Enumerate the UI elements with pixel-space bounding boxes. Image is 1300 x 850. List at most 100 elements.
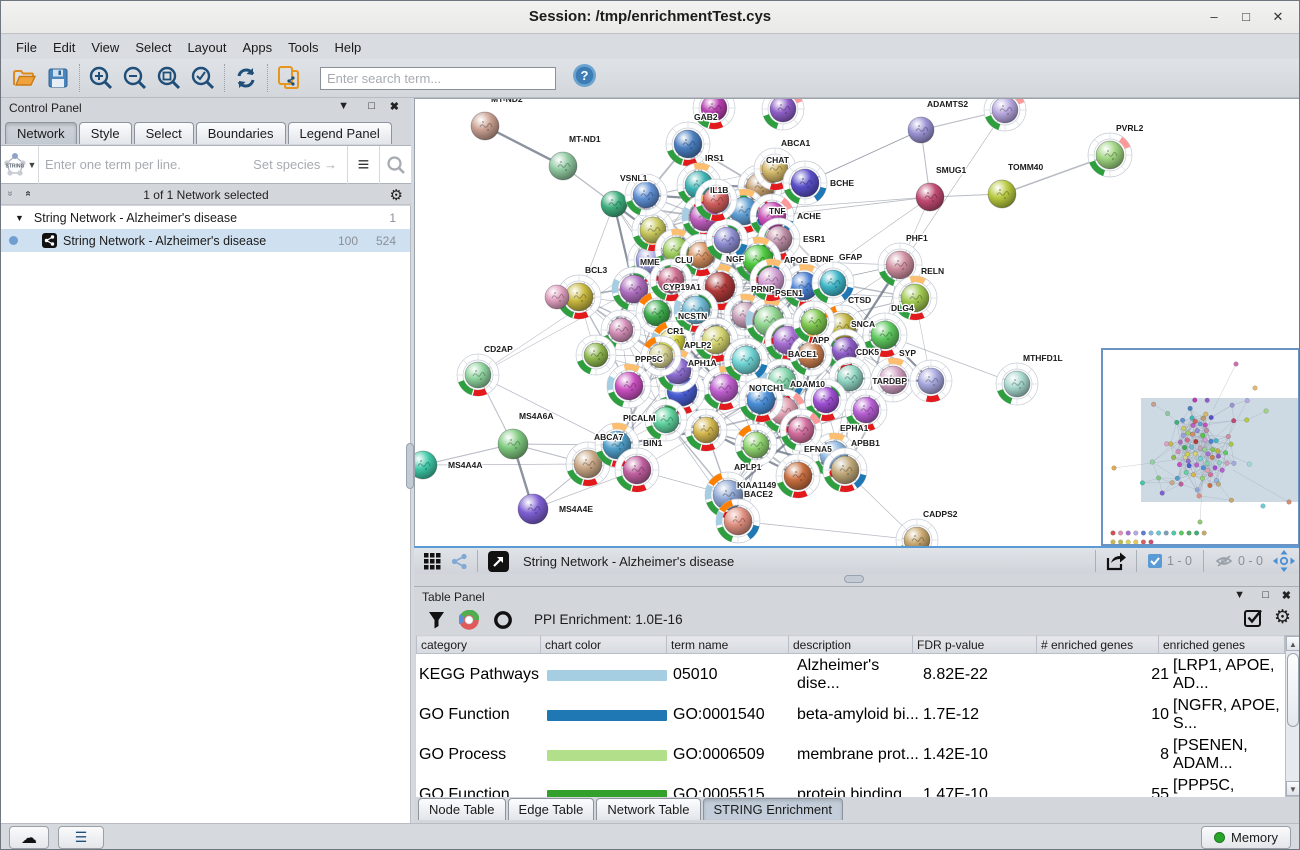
gear-icon[interactable]: ⚙ xyxy=(390,186,403,204)
menu-edit[interactable]: Edit xyxy=(46,38,82,57)
gear-icon[interactable]: ⚙ xyxy=(1274,606,1291,629)
network-node[interactable] xyxy=(984,99,1026,131)
chart-settings-button[interactable] xyxy=(452,604,486,636)
network-node[interactable] xyxy=(762,99,804,130)
save-session-button[interactable] xyxy=(41,62,75,94)
network-node-cd2ap[interactable] xyxy=(457,354,499,396)
network-view[interactable]: MT-ND2MT-ND1VSNL1GAB2IRS1CHATABCA1BCHEAD… xyxy=(414,98,1300,546)
panel-float-icon[interactable]: □ xyxy=(368,100,375,112)
network-collection-row[interactable]: ▼ String Network - Alzheimer's disease 1 xyxy=(1,206,410,229)
birdseye-viewport[interactable] xyxy=(1141,398,1300,502)
zoom-selected-button[interactable] xyxy=(186,62,220,94)
eye-off-icon[interactable] xyxy=(1215,554,1233,568)
minimize-button[interactable]: – xyxy=(1203,7,1225,27)
column-header[interactable]: category xyxy=(417,636,541,654)
menu-layout[interactable]: Layout xyxy=(180,38,233,57)
search-input[interactable] xyxy=(320,67,556,90)
scroll-up-arrow[interactable]: ▲ xyxy=(1286,636,1300,651)
select-all-checkbox-icon[interactable] xyxy=(1244,608,1264,628)
checkbox-icon[interactable] xyxy=(1148,554,1162,568)
network-node-vsnl1[interactable] xyxy=(601,191,627,217)
tab-boundaries[interactable]: Boundaries xyxy=(196,122,286,144)
column-header[interactable]: term name xyxy=(667,636,789,654)
panel-menu-icon[interactable]: ▼ xyxy=(338,100,349,112)
network-node-tomm40[interactable] xyxy=(988,180,1016,208)
close-button[interactable]: ✕ xyxy=(1267,7,1289,27)
network-node[interactable] xyxy=(545,285,569,309)
tab-network-table[interactable]: Network Table xyxy=(596,798,700,820)
menu-tools[interactable]: Tools xyxy=(281,38,325,57)
network-node-efna5[interactable] xyxy=(776,454,820,498)
menu-view[interactable]: View xyxy=(84,38,126,57)
network-node-tardbp[interactable] xyxy=(910,360,952,402)
network-node-smug1[interactable] xyxy=(916,183,944,211)
horizontal-splitter-handle[interactable] xyxy=(844,575,864,583)
network-node-mt-nd1[interactable] xyxy=(549,152,577,180)
menu-select[interactable]: Select xyxy=(128,38,178,57)
scrollbar-thumb[interactable] xyxy=(1287,653,1299,727)
clone-network-button[interactable] xyxy=(272,62,306,94)
column-header[interactable]: FDR p-value xyxy=(913,636,1037,654)
panel-close-icon[interactable]: ✖ xyxy=(1282,589,1291,602)
grid-view-button[interactable] xyxy=(418,545,446,577)
cloud-button[interactable]: ☁ xyxy=(9,826,49,849)
refresh-button[interactable] xyxy=(229,62,263,94)
tab-select[interactable]: Select xyxy=(134,122,194,144)
network-node-pvrl2[interactable] xyxy=(1088,133,1132,177)
task-list-button[interactable]: ☰ xyxy=(58,826,104,849)
network-node-gab2[interactable] xyxy=(666,122,710,166)
tab-node-table[interactable]: Node Table xyxy=(418,798,506,820)
panel-close-icon[interactable]: ✖ xyxy=(390,100,399,113)
table-header-row[interactable]: categorychart colorterm namedescriptionF… xyxy=(417,636,1285,654)
network-node-cadps2[interactable] xyxy=(896,519,938,546)
network-node-mthfd1l[interactable] xyxy=(996,363,1038,405)
zoom-fit-button[interactable] xyxy=(152,62,186,94)
network-node[interactable] xyxy=(576,335,616,375)
network-node-reln[interactable] xyxy=(893,276,937,320)
enrichment-row[interactable]: KEGG Pathways05010Alzheimer's dise...8.8… xyxy=(418,656,1283,694)
column-header[interactable]: chart color xyxy=(541,636,667,654)
panel-float-icon[interactable]: □ xyxy=(1262,589,1269,601)
network-node[interactable] xyxy=(685,409,727,451)
network-node-ppp5c[interactable] xyxy=(607,364,651,408)
string-query-input[interactable] xyxy=(39,157,253,172)
string-logo[interactable]: STRING ▼ xyxy=(1,146,39,184)
maximize-button[interactable]: □ xyxy=(1235,7,1257,27)
zoom-in-button[interactable] xyxy=(84,62,118,94)
scroll-down-arrow[interactable]: ▼ xyxy=(1286,781,1300,796)
network-node-adamts2[interactable] xyxy=(908,117,934,143)
network-row[interactable]: String Network - Alzheimer's disease 100… xyxy=(1,229,410,252)
network-node-ms4a4a[interactable] xyxy=(415,451,437,479)
network-node-ms4a4e[interactable] xyxy=(518,494,548,524)
column-header[interactable]: description xyxy=(789,636,913,654)
enrichment-row[interactable]: GO FunctionGO:0005515protein binding1.47… xyxy=(418,776,1283,797)
tab-edge-table[interactable]: Edge Table xyxy=(508,798,595,820)
network-node-ms4a6a[interactable] xyxy=(498,429,528,459)
enrichment-row[interactable]: GO ProcessGO:0006509membrane prot...1.42… xyxy=(418,736,1283,774)
birdseye-view[interactable] xyxy=(1101,348,1300,546)
menu-apps[interactable]: Apps xyxy=(236,38,280,57)
memory-button[interactable]: Memory xyxy=(1201,826,1291,849)
ring-chart-button[interactable] xyxy=(486,604,520,636)
table-scrollbar[interactable]: ▲ ▼ xyxy=(1285,635,1300,797)
export-network-button[interactable] xyxy=(1101,545,1131,577)
column-header[interactable]: # enriched genes xyxy=(1037,636,1159,654)
menu-help[interactable]: Help xyxy=(328,38,369,57)
enrichment-row[interactable]: GO FunctionGO:0001540beta-amyloid bi...1… xyxy=(418,696,1283,734)
species-hint[interactable]: Set species → xyxy=(253,157,347,172)
tab-network[interactable]: Network xyxy=(5,122,77,144)
share-view-button[interactable] xyxy=(446,545,472,577)
panel-menu-icon[interactable]: ▼ xyxy=(1234,589,1245,601)
detach-view-button[interactable] xyxy=(483,545,513,577)
tree-expand-icon[interactable]: ▼ xyxy=(15,213,24,223)
network-node[interactable] xyxy=(735,424,777,466)
tab-legend-panel[interactable]: Legend Panel xyxy=(288,122,392,144)
pan-mode-button[interactable] xyxy=(1269,545,1299,577)
open-session-button[interactable] xyxy=(7,62,41,94)
column-header[interactable]: enriched genes xyxy=(1159,636,1285,654)
string-search-button[interactable] xyxy=(379,146,411,184)
tab-string-enrichment[interactable]: STRING Enrichment xyxy=(703,798,843,820)
filter-button[interactable] xyxy=(420,604,452,636)
network-node-mt-nd2[interactable] xyxy=(471,112,499,140)
zoom-out-button[interactable] xyxy=(118,62,152,94)
